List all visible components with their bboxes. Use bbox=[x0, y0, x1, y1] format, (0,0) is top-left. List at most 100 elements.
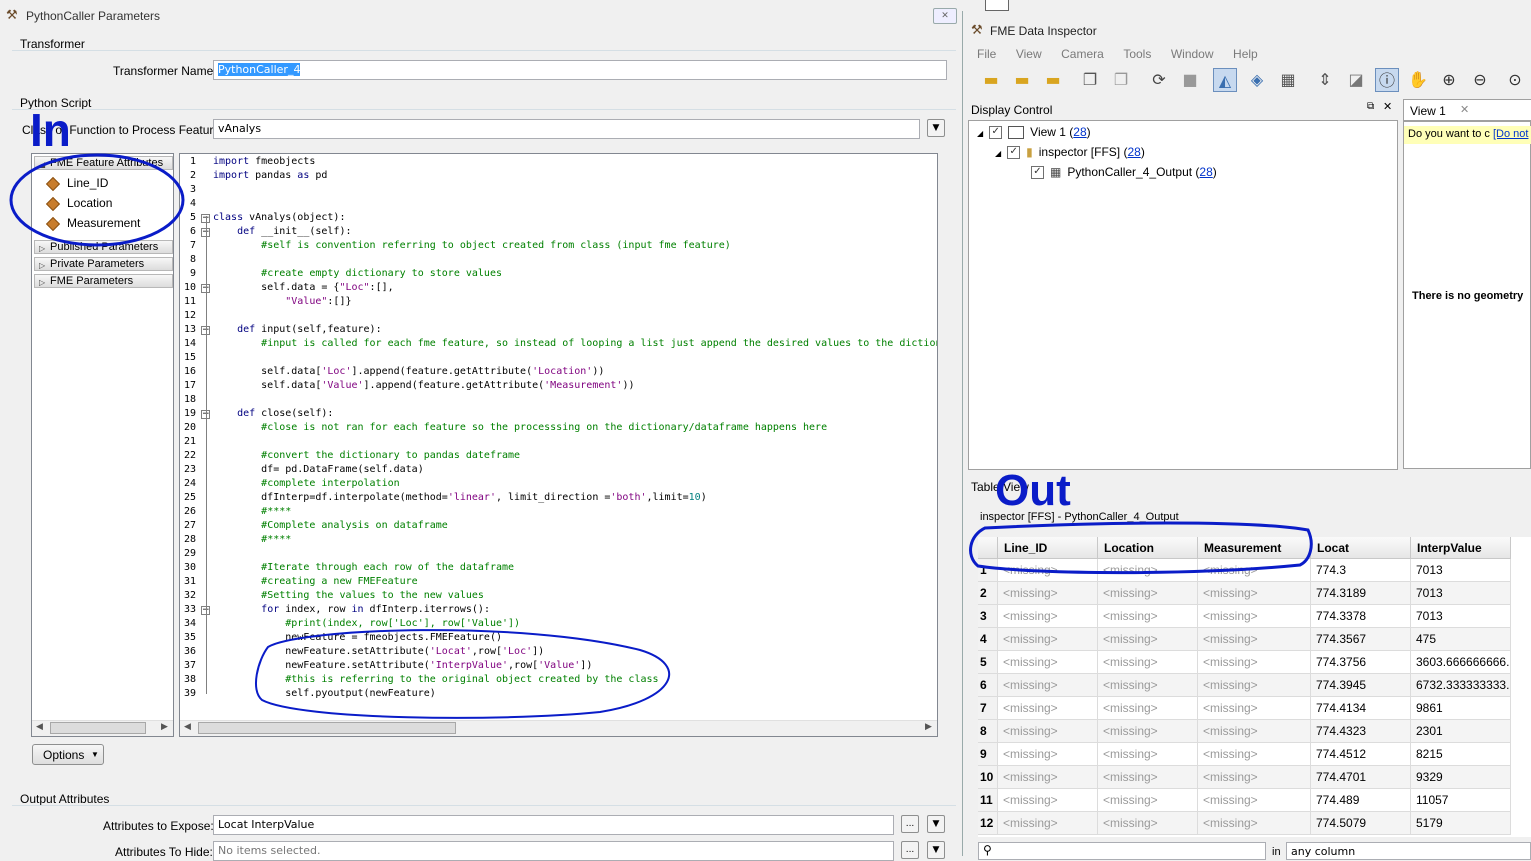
measure-icon[interactable]: ⇕ bbox=[1313, 68, 1337, 92]
scroll-left-icon[interactable]: ◀ bbox=[184, 722, 191, 732]
paste-icon[interactable]: ❐ bbox=[1109, 68, 1133, 92]
table-cell[interactable]: 774.3756 bbox=[1311, 651, 1411, 674]
table-cell[interactable]: 5179 bbox=[1411, 812, 1511, 835]
zoom-extent-icon[interactable]: ⊙ bbox=[1503, 68, 1527, 92]
2d-view-icon[interactable]: ◭ bbox=[1213, 68, 1237, 92]
tab-close-icon[interactable]: ✕ bbox=[1460, 103, 1469, 116]
view-area[interactable]: Do you want to c [Do not There is no geo… bbox=[1403, 121, 1531, 469]
row-number[interactable]: 4 bbox=[978, 628, 998, 651]
row-number[interactable]: 11 bbox=[978, 789, 998, 812]
table-cell[interactable]: <missing> bbox=[998, 697, 1098, 720]
table-cell[interactable]: <missing> bbox=[998, 651, 1098, 674]
class-input[interactable]: vAnalys bbox=[213, 119, 920, 139]
dataset-checkbox[interactable]: ✓ bbox=[1007, 146, 1021, 160]
table-search-input[interactable]: ⚲ bbox=[978, 842, 1266, 860]
table-cell[interactable]: <missing> bbox=[1098, 605, 1198, 628]
view-count-link[interactable]: 28 bbox=[1073, 125, 1086, 139]
table-cell[interactable]: 475 bbox=[1411, 628, 1511, 651]
table-count-link[interactable]: 28 bbox=[1199, 165, 1212, 179]
section-fme-parameters[interactable]: ▷ FME Parameters bbox=[34, 274, 173, 288]
table-cell[interactable]: 6732.333333333... bbox=[1411, 674, 1511, 697]
expose-input[interactable]: Locat InterpValue bbox=[213, 815, 894, 835]
table-cell[interactable]: 7013 bbox=[1411, 605, 1511, 628]
row-number[interactable]: 9 bbox=[978, 743, 998, 766]
view-checkbox[interactable]: ✓ bbox=[989, 126, 1003, 140]
row-number[interactable]: 6 bbox=[978, 674, 998, 697]
table-cell[interactable]: <missing> bbox=[998, 674, 1098, 697]
row-number[interactable]: 5 bbox=[978, 651, 998, 674]
row-number[interactable]: 3 bbox=[978, 605, 998, 628]
zoom-in-icon[interactable]: ⊕ bbox=[1437, 68, 1461, 92]
column-header[interactable]: Measurement bbox=[1198, 537, 1311, 559]
scroll-right-icon[interactable]: ▶ bbox=[925, 722, 932, 732]
pan-hand-icon[interactable]: ✋ bbox=[1406, 68, 1430, 92]
table-cell[interactable]: <missing> bbox=[1098, 789, 1198, 812]
table-cell[interactable]: <missing> bbox=[1098, 559, 1198, 582]
table-cell[interactable]: 9329 bbox=[1411, 766, 1511, 789]
expose-dropdown-button[interactable]: ▼ bbox=[927, 815, 945, 833]
table-cell[interactable]: <missing> bbox=[998, 559, 1098, 582]
table-cell[interactable]: <missing> bbox=[1098, 720, 1198, 743]
cube-icon[interactable]: ◪ bbox=[1344, 68, 1368, 92]
table-cell[interactable]: <missing> bbox=[1198, 582, 1311, 605]
code-scrollbar[interactable]: ◀ ▶ bbox=[180, 720, 937, 736]
scrollbar-thumb[interactable] bbox=[50, 722, 146, 734]
table-cell[interactable]: <missing> bbox=[998, 766, 1098, 789]
open-folder-icon[interactable]: ▬ bbox=[979, 68, 1003, 92]
dataset-count-link[interactable]: 28 bbox=[1127, 145, 1140, 159]
float-panel-icon[interactable]: ⧉ bbox=[1367, 101, 1374, 112]
attribute-measurement[interactable]: Measurement bbox=[45, 214, 140, 232]
table-cell[interactable]: <missing> bbox=[998, 743, 1098, 766]
table-cell[interactable]: <missing> bbox=[998, 789, 1098, 812]
table-cell[interactable]: 3603.666666666... bbox=[1411, 651, 1511, 674]
table-cell[interactable]: <missing> bbox=[1098, 743, 1198, 766]
scrollbar-thumb[interactable] bbox=[198, 722, 456, 734]
hide-dropdown-button[interactable]: ▼ bbox=[927, 841, 945, 859]
table-cell[interactable]: 774.4134 bbox=[1311, 697, 1411, 720]
table-cell[interactable]: 9861 bbox=[1411, 697, 1511, 720]
row-number[interactable]: 12 bbox=[978, 812, 998, 835]
menu-tools[interactable]: Tools bbox=[1123, 47, 1151, 61]
table-cell[interactable]: 11057 bbox=[1411, 789, 1511, 812]
tree-table-node[interactable]: ✓ ▦ PythonCaller_4_Output (28) bbox=[1031, 163, 1217, 181]
table-cell[interactable]: <missing> bbox=[1198, 720, 1311, 743]
table-cell[interactable]: <missing> bbox=[1098, 651, 1198, 674]
attribute-location[interactable]: Location bbox=[45, 194, 112, 212]
table-cell[interactable]: 774.3189 bbox=[1311, 582, 1411, 605]
table-cell[interactable]: <missing> bbox=[1098, 674, 1198, 697]
menu-view[interactable]: View bbox=[1016, 47, 1042, 61]
column-header[interactable]: InterpValue bbox=[1411, 537, 1511, 559]
menu-help[interactable]: Help bbox=[1233, 47, 1258, 61]
table-cell[interactable]: 774.3378 bbox=[1311, 605, 1411, 628]
table-cell[interactable]: 7013 bbox=[1411, 582, 1511, 605]
expose-ellipsis-button[interactable]: ... bbox=[901, 815, 919, 833]
row-number[interactable]: 10 bbox=[978, 766, 998, 789]
hide-ellipsis-button[interactable]: ... bbox=[901, 841, 919, 859]
menu-file[interactable]: File bbox=[977, 47, 996, 61]
column-header[interactable]: Line_ID bbox=[998, 537, 1098, 559]
folder-icon[interactable]: ▬ bbox=[1041, 68, 1065, 92]
options-button[interactable]: Options ▼ bbox=[32, 744, 104, 765]
table-cell[interactable]: 8215 bbox=[1411, 743, 1511, 766]
table-cell[interactable]: <missing> bbox=[1198, 812, 1311, 835]
table-cell[interactable]: <missing> bbox=[1098, 628, 1198, 651]
table-cell[interactable]: <missing> bbox=[998, 605, 1098, 628]
table-cell[interactable]: 7013 bbox=[1411, 559, 1511, 582]
class-dropdown-button[interactable]: ▼ bbox=[927, 119, 945, 137]
add-folder-icon[interactable]: ▬ bbox=[1010, 68, 1034, 92]
scroll-right-icon[interactable]: ▶ bbox=[161, 722, 168, 732]
search-scope-select[interactable]: any column bbox=[1286, 842, 1531, 860]
table-cell[interactable]: <missing> bbox=[1198, 789, 1311, 812]
table-cell[interactable]: 774.4701 bbox=[1311, 766, 1411, 789]
menu-camera[interactable]: Camera bbox=[1061, 47, 1104, 61]
section-private-parameters[interactable]: ▷ Private Parameters bbox=[34, 257, 173, 271]
table-cell[interactable]: 774.3567 bbox=[1311, 628, 1411, 651]
scroll-left-icon[interactable]: ◀ bbox=[36, 722, 43, 732]
close-button[interactable]: ✕ bbox=[933, 8, 957, 24]
table-view-icon[interactable]: ▦ bbox=[1276, 68, 1300, 92]
section-published-parameters[interactable]: ▷ Published Parameters bbox=[34, 240, 173, 254]
attribute-tree-scrollbar[interactable]: ◀ ▶ bbox=[32, 720, 173, 736]
attribute-line-id[interactable]: Line_ID bbox=[45, 174, 108, 192]
tree-dataset-node[interactable]: ◢ ✓ ▮ inspector [FFS] (28) bbox=[995, 143, 1145, 161]
section-fme-feature-attributes[interactable]: ◢ FME Feature Attributes bbox=[34, 156, 173, 170]
